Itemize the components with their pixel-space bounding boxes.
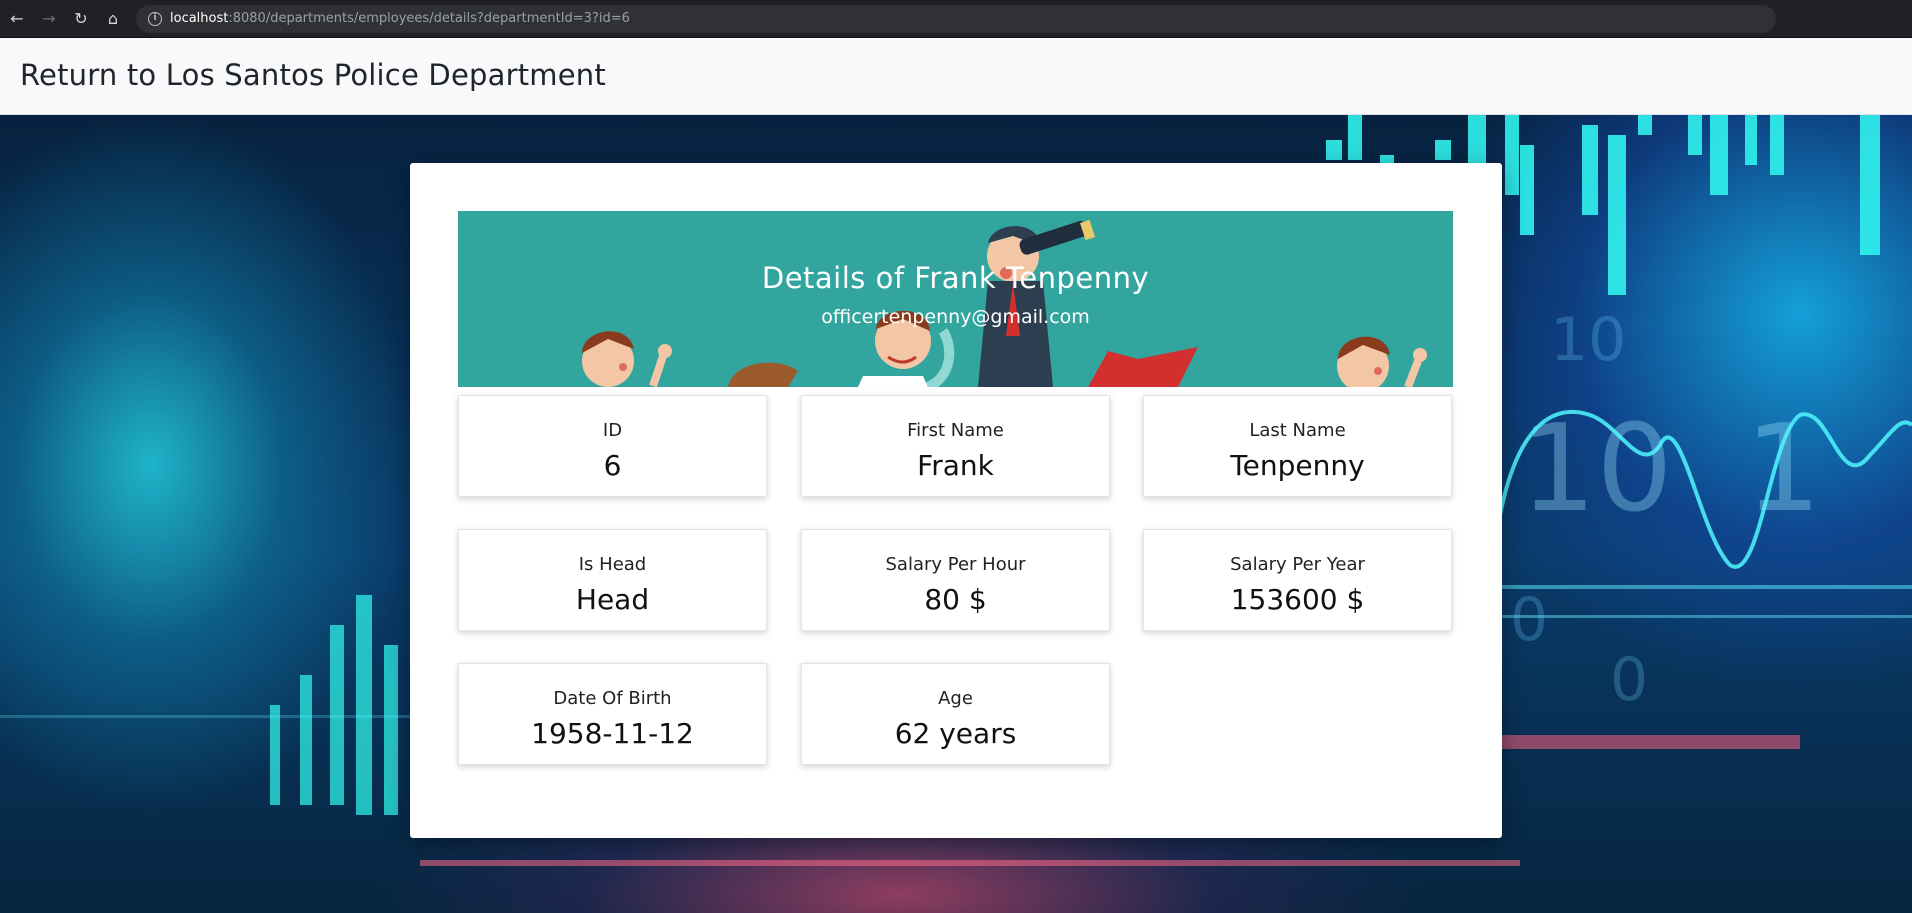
detail-tile-date-of-birth: Date Of Birth 1958-11-12 [458,663,767,765]
detail-value: Tenpenny [1230,449,1365,482]
detail-tile-is-head: Is Head Head [458,529,767,631]
detail-tile-last-name: Last Name Tenpenny [1143,395,1452,497]
forward-arrow-icon[interactable]: → [38,8,60,30]
cheering-man-right [1337,336,1427,387]
detail-value: 80 $ [924,583,987,616]
detail-tile-first-name: First Name Frank [801,395,1110,497]
employee-details-title: Details of Frank Tenpenny [761,261,1150,295]
detail-label: First Name [907,420,1004,441]
detail-value: 153600 $ [1230,583,1365,616]
cheering-man-left [582,331,672,387]
detail-label: Is Head [578,554,647,575]
employee-email: officertenpenny@gmail.com [821,306,1090,328]
top-navbar: Return to Los Santos Police Department [0,38,1912,115]
detail-label: Salary Per Year [1230,554,1365,575]
detail-tile-salary-per-hour: Salary Per Hour 80 $ [801,529,1110,631]
detail-tile-id: ID 6 [458,395,767,497]
detail-tile-age: Age 62 years [801,663,1110,765]
detail-label: ID [602,420,623,441]
home-icon[interactable]: ⌂ [102,8,124,30]
detail-tile-salary-per-year: Salary Per Year 153600 $ [1143,529,1452,631]
businessmen-illustration [582,219,1427,387]
detail-value: 62 years [894,717,1017,750]
site-info-icon[interactable]: i [148,12,162,26]
address-bar[interactable]: i localhost:8080/departments/employees/d… [136,5,1776,33]
detail-label: Age [938,688,973,709]
details-banner: Details of Frank Tenpenny officertenpenn… [458,211,1453,387]
return-to-department-link[interactable]: Return to Los Santos Police Department [20,58,606,92]
detail-value: Frank [917,449,994,482]
svg-text:10: 10 [1550,305,1626,375]
browser-toolbar: ← → ↻ ⌂ i localhost:8080/departments/emp… [0,0,1912,38]
detail-value: Head [575,583,650,616]
detail-value: 1958-11-12 [531,717,694,750]
reload-icon[interactable]: ↻ [70,8,92,30]
svg-text:0: 0 [1510,585,1548,655]
detail-label: Salary Per Hour [885,554,1026,575]
url-path: :8080/departments/employees/details?depa… [228,11,630,26]
detail-label: Date Of Birth [553,688,672,709]
detail-value: 6 [603,449,622,482]
detail-label: Last Name [1249,420,1346,441]
url-host: localhost [170,11,229,26]
telescope-man [978,219,1096,387]
back-arrow-icon[interactable]: ← [6,8,28,30]
svg-text:0: 0 [1610,645,1648,715]
employee-details-card: Details of Frank Tenpenny officertenpenn… [410,163,1502,838]
svg-text:1: 1 [1745,400,1821,539]
